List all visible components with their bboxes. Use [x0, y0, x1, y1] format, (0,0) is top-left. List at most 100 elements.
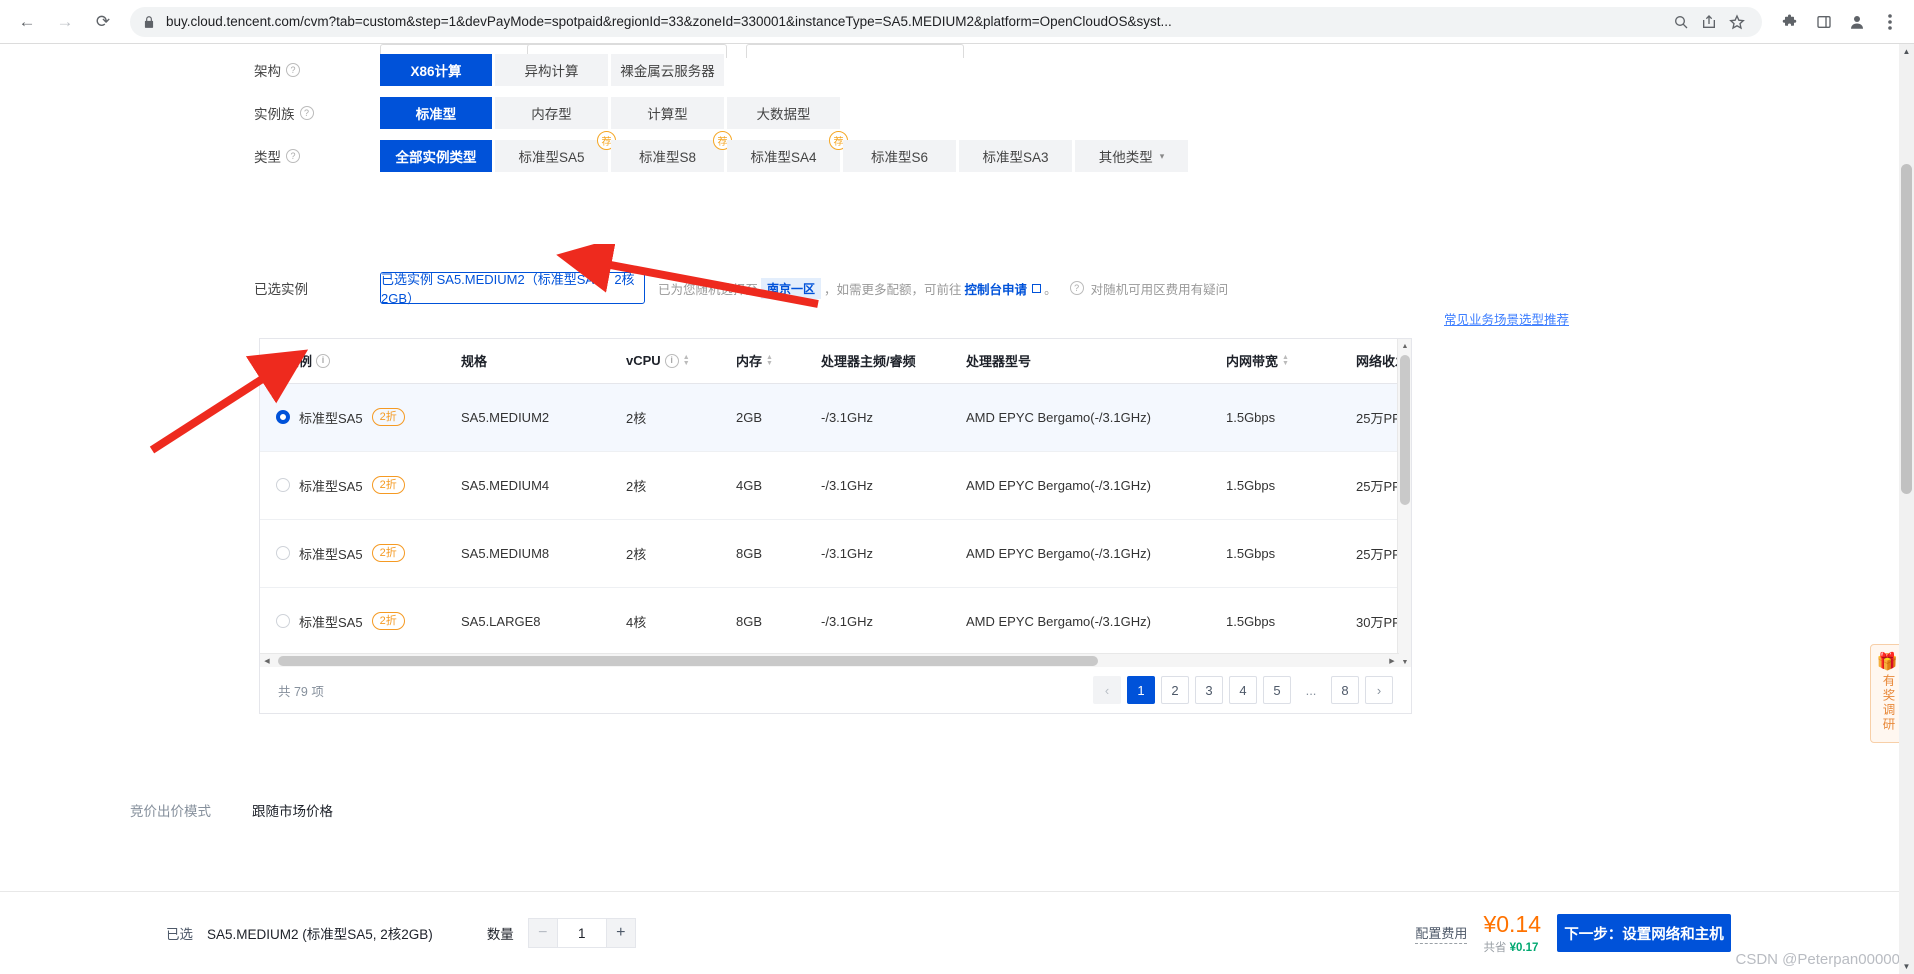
filter-label-instance-family: 实例族 ?: [254, 103, 394, 123]
segment-other-types[interactable]: 其他类型 ▾: [1075, 140, 1188, 172]
segment-sa5[interactable]: 标准型SA5 荐: [495, 131, 616, 172]
page-scroll-down-icon[interactable]: ▼: [1899, 959, 1914, 974]
sort-icon[interactable]: ▲ ▼: [766, 354, 773, 367]
table-vertical-scrollbar[interactable]: ▲ ▼: [1397, 339, 1411, 669]
sort-icon[interactable]: ▲ ▼: [1282, 354, 1289, 367]
gift-icon: 🎁: [1876, 652, 1899, 671]
help-icon[interactable]: ?: [286, 149, 300, 163]
quantity-increase-button[interactable]: +: [605, 918, 636, 948]
star-icon[interactable]: [1724, 9, 1750, 35]
info-icon[interactable]: i: [316, 353, 331, 368]
share-icon[interactable]: [1696, 9, 1722, 35]
row-radio[interactable]: [276, 478, 290, 492]
cell-instance[interactable]: 标准型SA5 2折: [260, 451, 455, 520]
page-8-button[interactable]: 8: [1331, 676, 1359, 704]
scroll-left-arrow-icon[interactable]: ◀: [260, 654, 274, 668]
col-bandwidth[interactable]: 内网带宽 ▲ ▼: [1220, 339, 1350, 384]
segment-x86[interactable]: X86计算: [380, 54, 492, 86]
segment-all-types[interactable]: 全部实例类型: [380, 140, 492, 172]
fee-amounts: ¥0.14 共省 ¥0.17: [1483, 911, 1541, 955]
console-apply-link[interactable]: 控制台申请: [965, 279, 1028, 298]
info-icon[interactable]: i: [664, 353, 679, 368]
help-icon[interactable]: ?: [286, 63, 300, 77]
cell-bandwidth: 1.5Gbps: [1220, 519, 1350, 588]
table-row[interactable]: 标准型SA5 2折 SA5.MEDIUM4 2核 4GB -/3.1GHz AMD…: [260, 451, 1399, 520]
cell-pps: 30万PPS: [1350, 587, 1399, 656]
segment-heterogeneous[interactable]: 异构计算: [495, 54, 608, 86]
table-row[interactable]: 标准型SA5 2折 SA5.MEDIUM8 2核 8GB -/3.1GHz AMD…: [260, 519, 1399, 588]
help-icon[interactable]: ?: [1069, 281, 1084, 295]
segment-baremetal[interactable]: 裸金属云服务器: [611, 54, 724, 86]
segment-bigdata[interactable]: 大数据型: [727, 97, 840, 129]
page-1-button[interactable]: 1: [1127, 676, 1155, 704]
zone-fee-help-text: 对随机可用区费用有疑问: [1090, 282, 1229, 297]
scroll-thumb[interactable]: [1400, 355, 1410, 505]
url-text: buy.cloud.tencent.com/cvm?tab=custom&ste…: [166, 14, 1172, 29]
fee-savings: 共省 ¥0.17: [1483, 939, 1541, 955]
col-cpu-model: 处理器型号: [960, 339, 1220, 384]
page-scrollbar[interactable]: ▲ ▼: [1899, 44, 1914, 974]
filter-row-architecture: 架构 ? X86计算 异构计算 裸金属云服务器: [254, 54, 727, 86]
col-vcpu[interactable]: vCPU i ▲ ▼: [620, 339, 730, 384]
scroll-right-arrow-icon[interactable]: ▶: [1385, 654, 1399, 668]
forward-arrow-icon[interactable]: →: [50, 7, 80, 37]
instance-name: 标准型SA5: [299, 546, 363, 562]
config-fee-label[interactable]: 配置费用: [1415, 923, 1468, 944]
page-prev-button[interactable]: ‹: [1093, 676, 1121, 704]
cell-bandwidth: 1.5Gbps: [1220, 383, 1350, 452]
page-scroll-thumb[interactable]: [1901, 164, 1912, 494]
table-row[interactable]: 标准型SA5 2折 SA5.LARGE8 4核 8GB -/3.1GHz AMD …: [260, 587, 1399, 656]
help-icon[interactable]: ?: [299, 106, 314, 120]
scenario-recommend-link[interactable]: 常见业务场景选型推荐: [1444, 309, 1569, 328]
page-4-button[interactable]: 4: [1229, 676, 1257, 704]
sort-icon[interactable]: ▲ ▼: [683, 354, 690, 367]
cell-cpu-model: AMD EPYC Bergamo(-/3.1GHz): [960, 519, 1220, 588]
segment-s6[interactable]: 标准型S6: [843, 140, 956, 172]
top-partial-input-3[interactable]: [746, 44, 964, 58]
row-radio[interactable]: [276, 410, 290, 424]
profile-avatar-icon[interactable]: [1843, 8, 1871, 36]
external-link-icon: [1032, 283, 1042, 293]
next-step-button[interactable]: 下一步：设置网络和主机: [1557, 914, 1731, 952]
page-3-button[interactable]: 3: [1195, 676, 1223, 704]
back-arrow-icon[interactable]: ←: [12, 7, 42, 37]
quantity-stepper: − 1 +: [527, 918, 636, 948]
total-count-text: 共 79 项: [278, 684, 324, 699]
table-horizontal-scrollbar[interactable]: ◀ ▶: [260, 653, 1399, 667]
cell-instance[interactable]: 标准型SA5 2折: [260, 383, 455, 452]
segment-sa4[interactable]: 标准型SA4 荐: [727, 131, 848, 172]
page-2-button[interactable]: 2: [1161, 676, 1189, 704]
side-panel-icon[interactable]: [1810, 8, 1838, 36]
selected-instance-box[interactable]: 已选实例 SA5.MEDIUM2（标准型SA5，2核 2GB）: [380, 272, 645, 306]
search-icon[interactable]: [1668, 9, 1694, 35]
note-suffix: 。: [1044, 282, 1057, 297]
quantity-value[interactable]: 1: [557, 918, 606, 948]
reload-icon[interactable]: ⟳: [88, 7, 118, 37]
segment-s8[interactable]: 标准型S8 荐: [611, 131, 732, 172]
scroll-up-arrow-icon[interactable]: ▲: [1398, 339, 1412, 353]
instance-name: 标准型SA5: [299, 478, 363, 494]
segment-memory[interactable]: 内存型: [495, 97, 608, 129]
page-ellipsis: ...: [1305, 682, 1317, 698]
cell-instance[interactable]: 标准型SA5 2折: [260, 587, 455, 656]
cell-instance[interactable]: 标准型SA5 2折: [260, 519, 455, 588]
kebab-menu-icon[interactable]: [1876, 8, 1904, 36]
page-next-button[interactable]: ›: [1365, 676, 1393, 704]
quantity-decrease-button[interactable]: −: [527, 918, 558, 948]
page-scroll-up-icon[interactable]: ▲: [1899, 44, 1914, 59]
segment-compute[interactable]: 计算型: [611, 97, 724, 129]
puzzle-icon[interactable]: [1777, 8, 1805, 36]
segment-sa3[interactable]: 标准型SA3: [959, 140, 1072, 172]
discount-badge: 2折: [371, 544, 405, 562]
segment-standard[interactable]: 标准型: [380, 97, 492, 129]
segment-group-type: 全部实例类型 标准型SA5 荐 标准型S8 荐 标准型SA4 荐 标准型S6 标…: [380, 131, 1191, 172]
scroll-thumb-horizontal[interactable]: [278, 656, 1098, 666]
col-instance[interactable]: 实例 i: [260, 339, 455, 384]
row-radio[interactable]: [276, 614, 290, 628]
address-bar[interactable]: buy.cloud.tencent.com/cvm?tab=custom&ste…: [130, 6, 1762, 37]
row-radio[interactable]: [276, 546, 290, 560]
col-memory[interactable]: 内存 ▲ ▼: [730, 339, 815, 384]
page-5-button[interactable]: 5: [1263, 676, 1291, 704]
table-row[interactable]: 标准型SA5 2折 SA5.MEDIUM2 2核 2GB -/3.1GHz AMD…: [260, 383, 1399, 452]
spot-bid-mode-label: 竞价出价模式: [130, 804, 211, 819]
